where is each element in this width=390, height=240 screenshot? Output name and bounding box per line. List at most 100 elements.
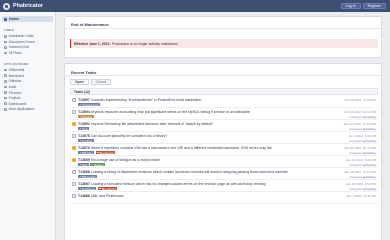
- task-id: T13675: [78, 133, 90, 138]
- task-status-icon: [72, 182, 76, 186]
- home-logo-link[interactable]: Phabricator: [3, 2, 43, 10]
- project-tag[interactable]: Bug Report: [95, 150, 116, 155]
- task-title: When a repository contains VIM has a use…: [90, 145, 272, 150]
- task-tags: Mail Mailgun: [78, 162, 106, 167]
- task-title: Loading a truncated revision which has n…: [90, 181, 266, 186]
- task-row[interactable]: T13666UML and Phabricator Jan 7 2022, 11:…: [70, 192, 378, 204]
- tab-closed[interactable]: Closed: [90, 79, 112, 85]
- task-date: Oct 16 2022, 12:16 PM: [344, 109, 376, 114]
- project-tag[interactable]: Differential: [78, 175, 97, 179]
- task-row[interactable]: T13667Loading a truncated revision which…: [70, 180, 378, 192]
- sidebar: Home LINKS Installation Guide Discussion…: [0, 12, 56, 240]
- task-id: T13670: [78, 145, 90, 150]
- task-date: Jul 1 2022, 3:44 PM: [348, 133, 376, 138]
- assignee-label: Assigned: [349, 138, 362, 143]
- task-title: Loading a string of dependent revisions …: [90, 169, 288, 174]
- task-title-link[interactable]: T13668Loading a string of dependent revi…: [78, 170, 308, 174]
- tag-label: Mailgun: [93, 162, 104, 167]
- app-name: Phabricator: [13, 3, 43, 9]
- task-row[interactable]: T13697Consider implementing "ExnHandleIn…: [70, 96, 378, 108]
- tag-label: Diffusion: [81, 150, 93, 155]
- tag-icon: [79, 151, 82, 154]
- assignee-link[interactable]: epriestley: [363, 175, 376, 179]
- task-title-link[interactable]: T13670When a repository contains VIM has…: [78, 146, 308, 150]
- task-row[interactable]: T13668Loading a string of dependent revi…: [70, 168, 378, 180]
- sidebar-item-more-applications[interactable]: More Applications: [0, 107, 55, 113]
- log-in-button[interactable]: Log In: [340, 2, 361, 10]
- task-title-link[interactable]: T13667Loading a truncated revision which…: [78, 182, 308, 186]
- project-tag[interactable]: Drydock: [78, 115, 94, 119]
- task-row[interactable]: T13694Drydock resource accounting may pu…: [70, 108, 378, 120]
- task-id: T13666: [78, 193, 90, 198]
- task-title-link[interactable]: T13692Improve Remarkup file attachment b…: [78, 122, 308, 126]
- task-tabs: Open Closed: [70, 79, 112, 85]
- tag-icon: [79, 103, 82, 106]
- tag-label: Arcanist: [81, 138, 92, 143]
- register-button[interactable]: Register: [362, 2, 386, 10]
- task-status-icon: [72, 98, 76, 102]
- task-title-link[interactable]: T13697Consider implementing "ExnHandleIn…: [78, 98, 308, 102]
- sidebar-item-sit-plans[interactable]: Sit Plans: [0, 50, 55, 56]
- task-title-link[interactable]: T13675Can Account plausibly be compiled …: [78, 134, 308, 138]
- assignee-label: Assigned: [349, 114, 362, 119]
- tag-icon: [91, 163, 94, 166]
- project-tag[interactable]: Bug Report: [97, 187, 118, 191]
- project-tag[interactable]: Files: [78, 127, 90, 131]
- task-id: T13669: [78, 157, 90, 162]
- tag-label: Mail: [81, 162, 88, 167]
- task-row[interactable]: T13669Encourage use of Mailgun as a mail…: [70, 156, 378, 168]
- assignee-link[interactable]: epriestley: [363, 127, 376, 131]
- task-date: Sep 27 2022, 12:52 PM: [343, 121, 376, 126]
- tag-icon: [99, 187, 101, 190]
- project-tag[interactable]: Diffusion: [78, 150, 95, 155]
- link-icon: [4, 40, 7, 44]
- project-tag[interactable]: Mail: [78, 163, 89, 167]
- project-tag[interactable]: Infrastructure: [78, 103, 100, 107]
- tag-icon: [79, 175, 82, 178]
- tag-icon: [79, 139, 82, 142]
- assignee-link[interactable]: epriestley: [363, 151, 376, 155]
- notice-date: Effective June 1, 2021:: [74, 41, 111, 46]
- task-id: T13694: [78, 109, 90, 114]
- tab-open[interactable]: Open: [70, 79, 89, 85]
- task-title-link[interactable]: T13669Encourage use of Mailgun as a mail…: [78, 158, 308, 162]
- task-title: Drydock resource accounting may put sign…: [90, 109, 250, 114]
- project-tag[interactable]: Maniphest: [78, 187, 97, 191]
- task-title-link[interactable]: T13666UML and Phabricator: [78, 194, 308, 198]
- top-navigation-bar: Phabricator Log In Register: [0, 0, 390, 12]
- assignee-link[interactable]: epriestley: [363, 187, 376, 191]
- assignee-link[interactable]: epriestley: [363, 163, 376, 167]
- notice-text: Phabricator is no longer actively mainta…: [111, 41, 179, 46]
- maintenance-notice: Effective June 1, 2021: Phabricator is n…: [70, 39, 378, 48]
- end-of-maintenance-panel: End of Maintenance Effective June 1, 202…: [64, 16, 382, 58]
- tag-icon: [79, 127, 82, 130]
- tag-label: Differential: [81, 174, 96, 179]
- tag-label: Drydock: [81, 114, 93, 119]
- assignee-label: Assigned: [349, 174, 362, 179]
- task-id: T13668: [78, 169, 90, 174]
- task-date: Oct 18 2022, 11:59 PM: [344, 97, 376, 102]
- sidebar-item-label: Summer/Chat: [8, 45, 29, 50]
- project-tag[interactable]: Arcanist: [78, 139, 94, 143]
- task-status-icon: [72, 158, 76, 162]
- assignee-link[interactable]: epriestley: [363, 115, 376, 119]
- task-date: Jan 18 2022, 4:52 PM: [345, 181, 376, 186]
- task-row[interactable]: T13692Improve Remarkup file attachment b…: [70, 120, 378, 132]
- task-title-link[interactable]: T13694Drydock resource accounting may pu…: [78, 110, 308, 114]
- phabricator-logo-icon: [3, 2, 10, 10]
- sidebar-item-label: Projects: [8, 96, 21, 101]
- project-tag[interactable]: Mailgun: [90, 162, 106, 167]
- tag-label: Infrastructure: [81, 102, 99, 107]
- task-date: Jan 18 2022, 12:12 PM: [344, 169, 376, 174]
- sidebar-item-label: Diffusion: [8, 79, 22, 84]
- assignee-label: Assigned: [349, 126, 362, 131]
- tag-label: Bug Report: [99, 150, 114, 155]
- sidebar-item-home[interactable]: Home: [2, 16, 53, 22]
- differential-icon: [4, 68, 7, 72]
- task-row[interactable]: T13670When a repository contains VIM has…: [70, 144, 378, 156]
- task-tags: Differential: [78, 175, 97, 179]
- sidebar-item-label: Sit Plans: [8, 51, 22, 56]
- assignee-link[interactable]: epriestley: [363, 139, 376, 143]
- task-row[interactable]: T13675Can Account plausibly be compiled …: [70, 132, 378, 144]
- task-assignee: Assigned epriestley: [349, 163, 376, 167]
